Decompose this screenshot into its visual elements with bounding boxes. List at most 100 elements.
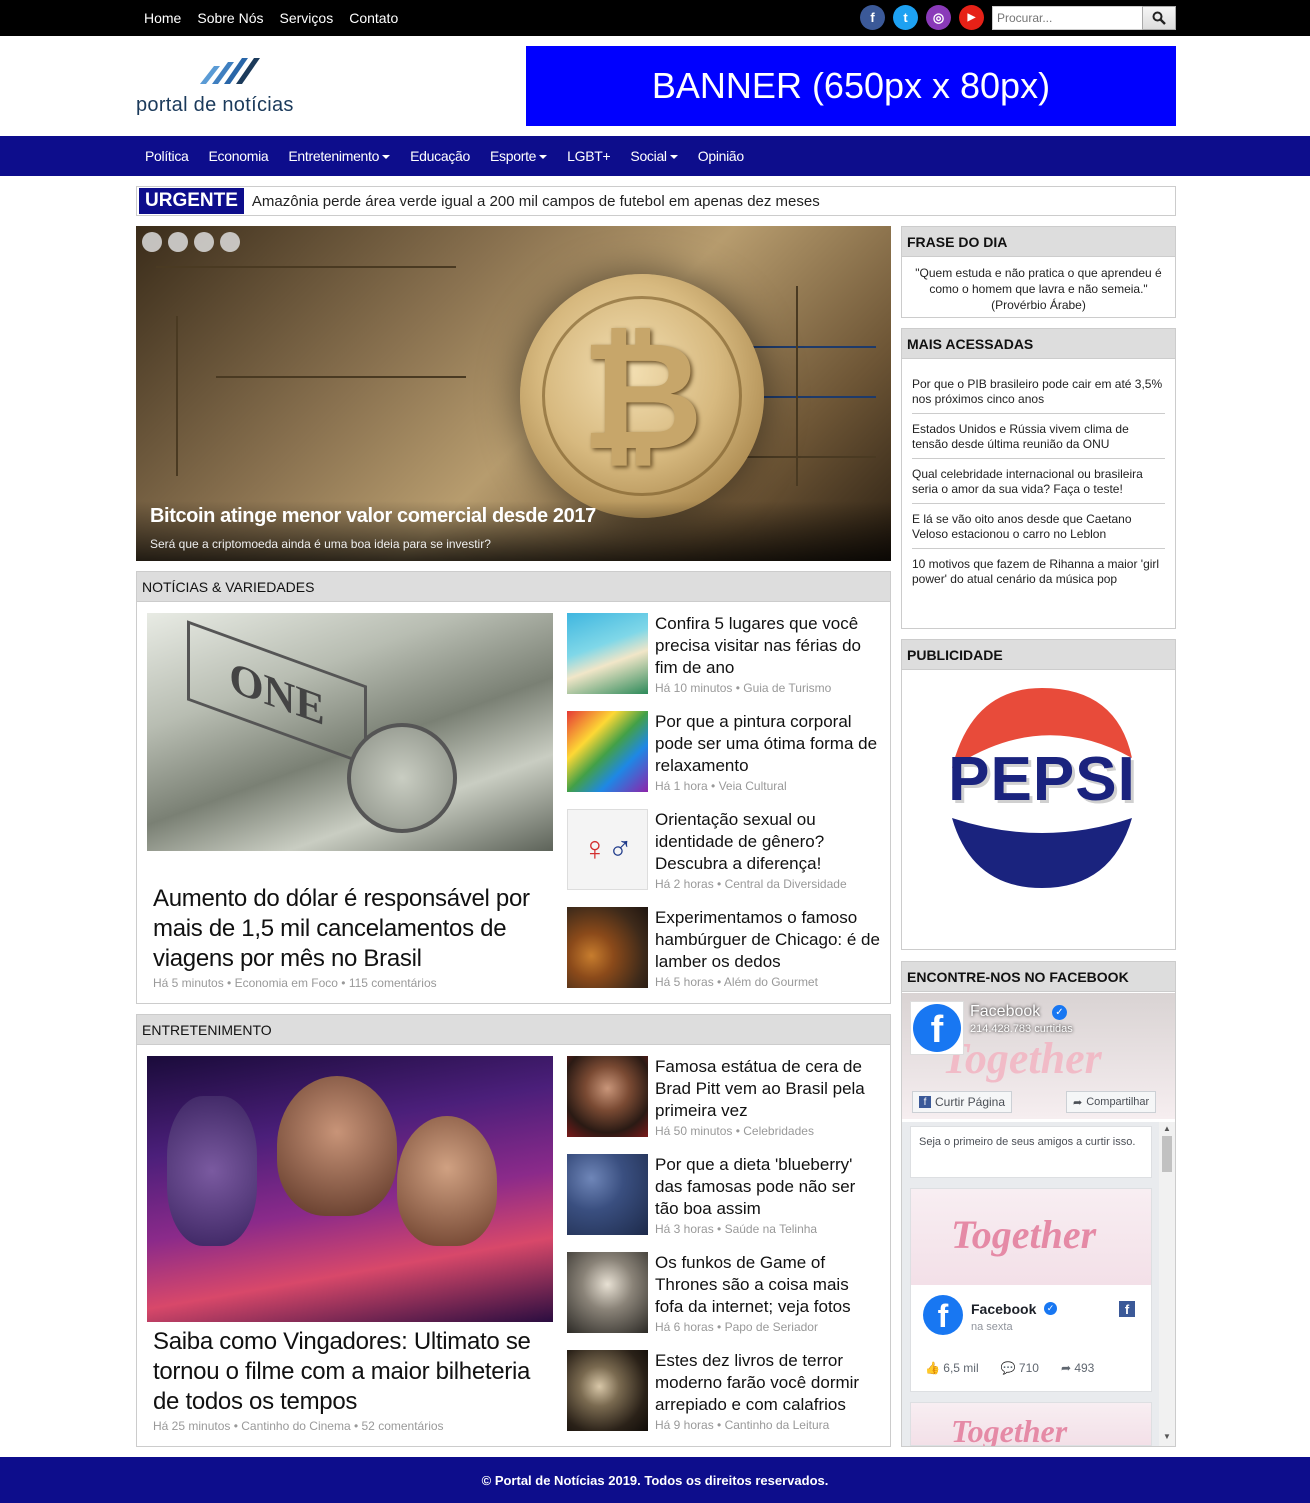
item-title[interactable]: Experimentamos o famoso hambúrguer de Ch… bbox=[655, 907, 880, 973]
footer-text: © Portal de Notícias 2019. Todos os dire… bbox=[481, 1472, 829, 1488]
banner-ad[interactable]: BANNER (650px x 80px) bbox=[526, 46, 1176, 126]
widget-heading: MAIS ACESSADAS bbox=[902, 329, 1175, 359]
fb-like-page-button[interactable]: f Curtir Página bbox=[912, 1091, 1013, 1113]
wax-statue-thumbnail bbox=[567, 1056, 648, 1137]
social-links: f t ◎ ▶ bbox=[860, 5, 984, 30]
widget-heading: PUBLICIDADE bbox=[902, 640, 1175, 670]
most-read-item[interactable]: Qual celebridade internacional ou brasil… bbox=[912, 459, 1165, 504]
item-title[interactable]: Orientação sexual ou identidade de gêner… bbox=[655, 809, 880, 875]
gender-symbols-thumbnail: ♀ ♂ bbox=[567, 809, 648, 890]
instagram-icon[interactable]: ◎ bbox=[926, 5, 951, 30]
slider-dot[interactable] bbox=[194, 232, 214, 252]
nav-esporte[interactable]: Esporte bbox=[490, 148, 548, 164]
item-meta: Há 9 horas • Cantinho da Leitura bbox=[655, 1418, 830, 1432]
fb-like-label: Curtir Página bbox=[935, 1095, 1006, 1109]
publicidade-widget: PUBLICIDADE PEPSI bbox=[901, 639, 1176, 950]
item-meta: Há 50 minutos • Celebridades bbox=[655, 1124, 814, 1138]
fb-feed: Seja o primeiro de seus amigos a curtir … bbox=[902, 1122, 1175, 1446]
fb-post-shares[interactable]: ➦ 493 bbox=[1061, 1361, 1094, 1375]
fb-post-likes[interactable]: 👍 6,5 mil bbox=[925, 1361, 979, 1375]
nav-lgbt[interactable]: LGBT+ bbox=[567, 148, 611, 164]
circuit-line bbox=[216, 376, 466, 378]
nav-economia[interactable]: Economia bbox=[209, 148, 269, 164]
urgent-ticker: URGENTE Amazônia perde área verde igual … bbox=[136, 186, 1176, 216]
fb-post-image-text: Together bbox=[951, 1212, 1097, 1257]
entretenimento-section: ENTRETENIMENTO Saiba como Vingadores: Ul… bbox=[136, 1014, 891, 1447]
item-title[interactable]: Por que a pintura corporal pode ser uma … bbox=[655, 711, 880, 777]
most-read-item[interactable]: Por que o PIB brasileiro pode cair em at… bbox=[912, 369, 1165, 414]
fb-cover-text: Together bbox=[942, 1034, 1102, 1083]
most-read-item[interactable]: 10 motivos que fazem de Rihanna a maior … bbox=[912, 549, 1165, 593]
nav-opiniao[interactable]: Opinião bbox=[698, 148, 744, 164]
funko-thumbnail bbox=[567, 1252, 648, 1333]
hero-title[interactable]: Bitcoin atinge menor valor comercial des… bbox=[150, 505, 596, 528]
avengers-image[interactable] bbox=[147, 1056, 553, 1322]
featured-title[interactable]: Saiba como Vingadores: Ultimato se torno… bbox=[153, 1327, 553, 1417]
fb-small-icon: f bbox=[919, 1096, 931, 1108]
quote-author: (Provérbio Árabe) bbox=[991, 298, 1086, 312]
item-title[interactable]: Estes dez livros de terror moderno farão… bbox=[655, 1350, 880, 1416]
slider-dots bbox=[142, 232, 240, 252]
scroll-down-icon[interactable]: ▼ bbox=[1163, 1432, 1171, 1441]
slider-dot[interactable] bbox=[220, 232, 240, 252]
fb-post-comments[interactable]: 💬 710 bbox=[1001, 1361, 1039, 1375]
caret-down-icon bbox=[382, 155, 391, 160]
hero-caption: Bitcoin atinge menor valor comercial des… bbox=[136, 501, 891, 561]
nav-politica[interactable]: Política bbox=[145, 148, 189, 164]
verified-icon: ✓ bbox=[1044, 1302, 1057, 1315]
topnav-contact-link[interactable]: Contato bbox=[349, 10, 398, 26]
site-logo[interactable]: portal de notícias bbox=[136, 56, 336, 118]
verified-icon: ✓ bbox=[1052, 1005, 1067, 1020]
item-title[interactable]: Os funkos de Game of Thrones são a coisa… bbox=[655, 1252, 880, 1318]
beach-thumbnail bbox=[567, 613, 648, 694]
slider-dot[interactable] bbox=[168, 232, 188, 252]
urgent-headline[interactable]: Amazônia perde área verde igual a 200 mi… bbox=[252, 193, 820, 210]
search-button[interactable] bbox=[1142, 6, 1176, 30]
fb-post-time[interactable]: na sexta bbox=[971, 1321, 1013, 1333]
logo-mark-icon bbox=[200, 58, 260, 84]
logo-text: portal de notícias bbox=[136, 94, 294, 116]
topnav-about-link[interactable]: Sobre Nós bbox=[197, 10, 263, 26]
most-read-item[interactable]: E lá se vão oito anos desde que Caetano … bbox=[912, 504, 1165, 549]
most-read-item[interactable]: Estados Unidos e Rússia vivem clima de t… bbox=[912, 414, 1165, 459]
featured-title[interactable]: Aumento do dólar é responsável por mais … bbox=[153, 884, 553, 974]
fb-post-image[interactable]: Together bbox=[911, 1189, 1151, 1285]
item-meta: Há 2 horas • Central da Diversidade bbox=[655, 877, 847, 891]
slider-dot[interactable] bbox=[142, 232, 162, 252]
nav-social[interactable]: Social bbox=[630, 148, 678, 164]
fb-share-label: Compartilhar bbox=[1086, 1096, 1150, 1108]
featured-meta: Há 25 minutos • Cantinho do Cinema • 52 … bbox=[153, 1419, 444, 1433]
item-meta: Há 10 minutos • Guia de Turismo bbox=[655, 681, 832, 695]
fb-post-avatar[interactable]: f bbox=[923, 1295, 963, 1335]
facebook-widget: ENCONTRE-NOS NO FACEBOOK Together f Face… bbox=[901, 961, 1176, 1447]
search-input[interactable] bbox=[992, 6, 1142, 30]
topnav-services-link[interactable]: Serviços bbox=[280, 10, 334, 26]
topnav-home-link[interactable]: Home bbox=[144, 10, 181, 26]
widget-heading: ENCONTRE-NOS NO FACEBOOK bbox=[902, 962, 1175, 992]
nav-educacao[interactable]: Educação bbox=[410, 148, 470, 164]
body-paint-thumbnail bbox=[567, 711, 648, 792]
item-meta: Há 3 horas • Saúde na Telinha bbox=[655, 1222, 818, 1236]
fb-next-post-text: Together bbox=[951, 1413, 1068, 1447]
section-heading: ENTRETENIMENTO bbox=[137, 1015, 890, 1045]
fb-share-button[interactable]: ➦ Compartilhar bbox=[1066, 1091, 1157, 1113]
hero-slider[interactable]: ₿ Bitcoin atinge menor valor comercial d… bbox=[136, 226, 891, 561]
item-title[interactable]: Confira 5 lugares que você precisa visit… bbox=[655, 613, 880, 679]
pepsi-ad[interactable]: PEPSI bbox=[932, 678, 1152, 898]
section-heading: NOTÍCIAS & VARIEDADES bbox=[137, 572, 890, 602]
fb-post-author[interactable]: Facebook bbox=[971, 1301, 1036, 1317]
bitcoin-image: ₿ bbox=[520, 274, 764, 518]
youtube-icon[interactable]: ▶ bbox=[959, 5, 984, 30]
top-bar: Home Sobre Nós Serviços Contato f t ◎ ▶ bbox=[0, 0, 1310, 36]
fb-scrollbar[interactable]: ▲ ▼ bbox=[1159, 1122, 1175, 1446]
widget-heading: FRASE DO DIA bbox=[902, 227, 1175, 257]
twitter-icon[interactable]: t bbox=[893, 5, 918, 30]
dollar-image[interactable]: ONE bbox=[147, 613, 553, 851]
item-title[interactable]: Por que a dieta 'blueberry' das famosas … bbox=[655, 1154, 880, 1220]
scroll-up-icon[interactable]: ▲ bbox=[1163, 1124, 1171, 1133]
nav-entretenimento[interactable]: Entretenimento bbox=[288, 148, 391, 164]
item-title[interactable]: Famosa estátua de cera de Brad Pitt vem … bbox=[655, 1056, 880, 1122]
scroll-thumb[interactable] bbox=[1162, 1136, 1172, 1172]
facebook-icon[interactable]: f bbox=[860, 5, 885, 30]
fb-page-name[interactable]: Facebook bbox=[970, 1003, 1040, 1021]
